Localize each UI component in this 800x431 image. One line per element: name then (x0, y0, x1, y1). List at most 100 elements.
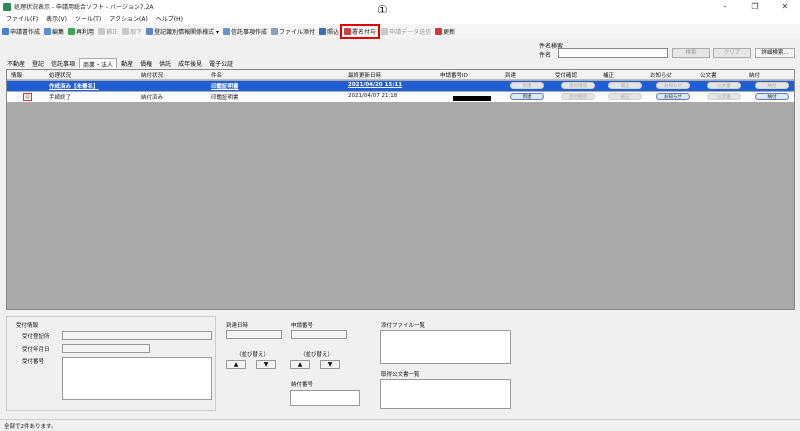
menu-file[interactable]: ファイル(F) (6, 14, 38, 23)
header-status[interactable]: 処理状況 (49, 71, 71, 79)
acquired-docs-list[interactable] (380, 379, 511, 409)
minimize-button[interactable]: – (710, 2, 740, 11)
tab-real-estate[interactable]: 不動産 (4, 58, 28, 68)
tab-claims[interactable]: 債権 (137, 58, 155, 68)
maximize-button[interactable]: ❐ (740, 2, 770, 11)
sort-down-button[interactable]: ▼ (256, 360, 276, 369)
arrival-datetime-field (226, 330, 282, 339)
receipt-date-field (62, 344, 150, 353)
header-payment[interactable]: 納付状況 (141, 71, 163, 79)
header-receipt[interactable]: 受付確認 (555, 71, 577, 79)
correction-button[interactable]: 補正 (608, 82, 642, 89)
sort-label-arrival: （並び替え） (236, 352, 270, 358)
payment-number-label: 納付番号 (291, 382, 314, 388)
search-input[interactable] (558, 48, 668, 58)
tab-notary[interactable]: 電子公証 (206, 58, 236, 68)
correct-button[interactable]: 補正 (98, 27, 118, 36)
sort-up-button[interactable]: ▲ (226, 360, 246, 369)
trust-button[interactable]: 信託事項作成 (223, 27, 267, 36)
send-data-button[interactable]: 申請データ送信 (381, 27, 431, 36)
document-icon: ▤ (23, 93, 32, 101)
refresh-icon (435, 27, 443, 35)
receipt-button[interactable]: 受付確認 (561, 82, 595, 89)
menu-help[interactable]: ヘルプ(H) (156, 14, 183, 23)
table-row[interactable]: 作成済み【未署名】 印鑑証明書 2021/04/20 15:11 到達 受付確認… (7, 81, 794, 91)
cell-payment: 納付済み (141, 95, 164, 101)
tab-commercial[interactable]: 商業・法人 (79, 58, 118, 69)
sort-label-application: （並び替え） (300, 352, 334, 358)
search-button[interactable]: 検索 (672, 48, 710, 58)
official-doc-button[interactable]: 公文書 (707, 82, 741, 89)
attached-files-label: 添付ファイル一覧 (381, 323, 426, 329)
pay-button[interactable]: 納付 (755, 82, 789, 89)
official-doc-button[interactable]: 公文書 (707, 93, 741, 100)
table-row[interactable]: ▤ 手続終了 納付済み 印鑑証明書 2021/04/07 21:18 到達 受付… (7, 92, 794, 102)
sign-icon (344, 27, 352, 35)
send-icon (381, 27, 389, 35)
header-correction[interactable]: 補正 (603, 71, 614, 79)
header-application-id[interactable]: 申請番号ID (440, 71, 468, 79)
header-official[interactable]: 公文書 (700, 71, 717, 79)
receipt-office-field (62, 331, 212, 340)
menu-tools[interactable]: ツール(T) (75, 14, 101, 23)
toolbar: 申請書作成 編集 再利用 補正 取下 登記識別情報関係様式 ▾ 信託事項作成 フ… (0, 23, 800, 39)
attach-file-button[interactable]: ファイル添付 (271, 27, 315, 36)
status-bar: 全部で2件あります。 (0, 419, 800, 431)
reuse-button[interactable]: 再利用 (68, 27, 94, 36)
menu-bar: ファイル(F) 表示(V) ツール(T) アクション(A) ヘルプ(H) (0, 13, 800, 24)
header-subject[interactable]: 件名 (211, 71, 222, 79)
search-label: 件名 (539, 52, 552, 59)
refresh-button[interactable]: 更新 (435, 27, 455, 36)
edit-button[interactable]: 編集 (44, 27, 64, 36)
acquired-docs-label: 取得公文書一覧 (381, 372, 420, 378)
check-button[interactable]: 照込 (319, 27, 339, 36)
header-arrival[interactable]: 到達 (505, 71, 516, 79)
notice-button[interactable]: お知らせ (656, 82, 690, 89)
header-updated[interactable]: 最終更新日時 (348, 71, 381, 79)
status-grid: 情報 処理状況 納付状況 件名 最終更新日時 申請番号ID 到達 受付確認 補正… (6, 69, 795, 310)
create-application-button[interactable]: 申請書作成 (2, 27, 40, 36)
close-button[interactable]: ✕ (770, 2, 800, 11)
sort-up-button[interactable]: ▲ (290, 360, 310, 369)
cell-updated: 2021/04/20 15:11 (348, 82, 403, 88)
clear-button[interactable]: クリア (713, 48, 751, 58)
sign-button[interactable]: 署名付与 (340, 23, 381, 39)
document-icon (2, 27, 9, 35)
correct-icon (98, 27, 106, 35)
arrival-button[interactable]: 到達 (510, 93, 544, 100)
trust-icon (223, 27, 230, 35)
window-title: 処理状況表示 - 申請用総合ソフト - バージョン7.2A (14, 4, 154, 11)
application-number-field (291, 330, 347, 339)
tab-registration[interactable]: 登記 (29, 58, 47, 68)
header-notice[interactable]: お知らせ (650, 71, 672, 79)
attached-files-list[interactable] (380, 330, 511, 364)
detail-search-button[interactable]: 詳細検索... (755, 48, 795, 58)
receipt-office-label: 受付登記所 (22, 334, 50, 340)
menu-action[interactable]: アクション(A) (109, 14, 148, 23)
menu-view[interactable]: 表示(V) (46, 14, 67, 23)
pay-button[interactable]: 納付 (755, 93, 789, 100)
correction-button[interactable]: 補正 (608, 93, 642, 100)
receipt-button[interactable]: 受付確認 (561, 93, 595, 100)
tab-trust[interactable]: 信託事項 (48, 58, 78, 68)
register-icon (146, 27, 154, 35)
arrival-button[interactable]: 到達 (510, 82, 544, 89)
receipt-number-field (62, 357, 212, 400)
tab-bar: 不動産 登記 信託事項 商業・法人 動産 債権 供託 成年後見 電子公証 (4, 58, 237, 69)
payment-number-field (290, 390, 360, 406)
header-info[interactable]: 情報 (11, 71, 22, 79)
register-info-button[interactable]: 登記識別情報関係様式 ▾ (146, 27, 219, 36)
tab-movables[interactable]: 動産 (118, 58, 136, 68)
reuse-icon (68, 27, 76, 35)
tab-guardianship[interactable]: 成年後見 (175, 58, 205, 68)
notice-button[interactable]: お知らせ (656, 93, 690, 100)
withdraw-button[interactable]: 取下 (122, 27, 142, 36)
edit-icon (44, 27, 52, 35)
app-icon (3, 2, 11, 11)
grid-header: 情報 処理状況 納付状況 件名 最終更新日時 申請番号ID 到達 受付確認 補正… (7, 70, 794, 80)
header-pay[interactable]: 納付 (749, 71, 760, 79)
cell-subject: 印鑑証明書 (211, 95, 239, 101)
tab-deposit[interactable]: 供託 (156, 58, 174, 68)
sort-down-button[interactable]: ▼ (320, 360, 340, 369)
redacted-id (453, 96, 491, 101)
